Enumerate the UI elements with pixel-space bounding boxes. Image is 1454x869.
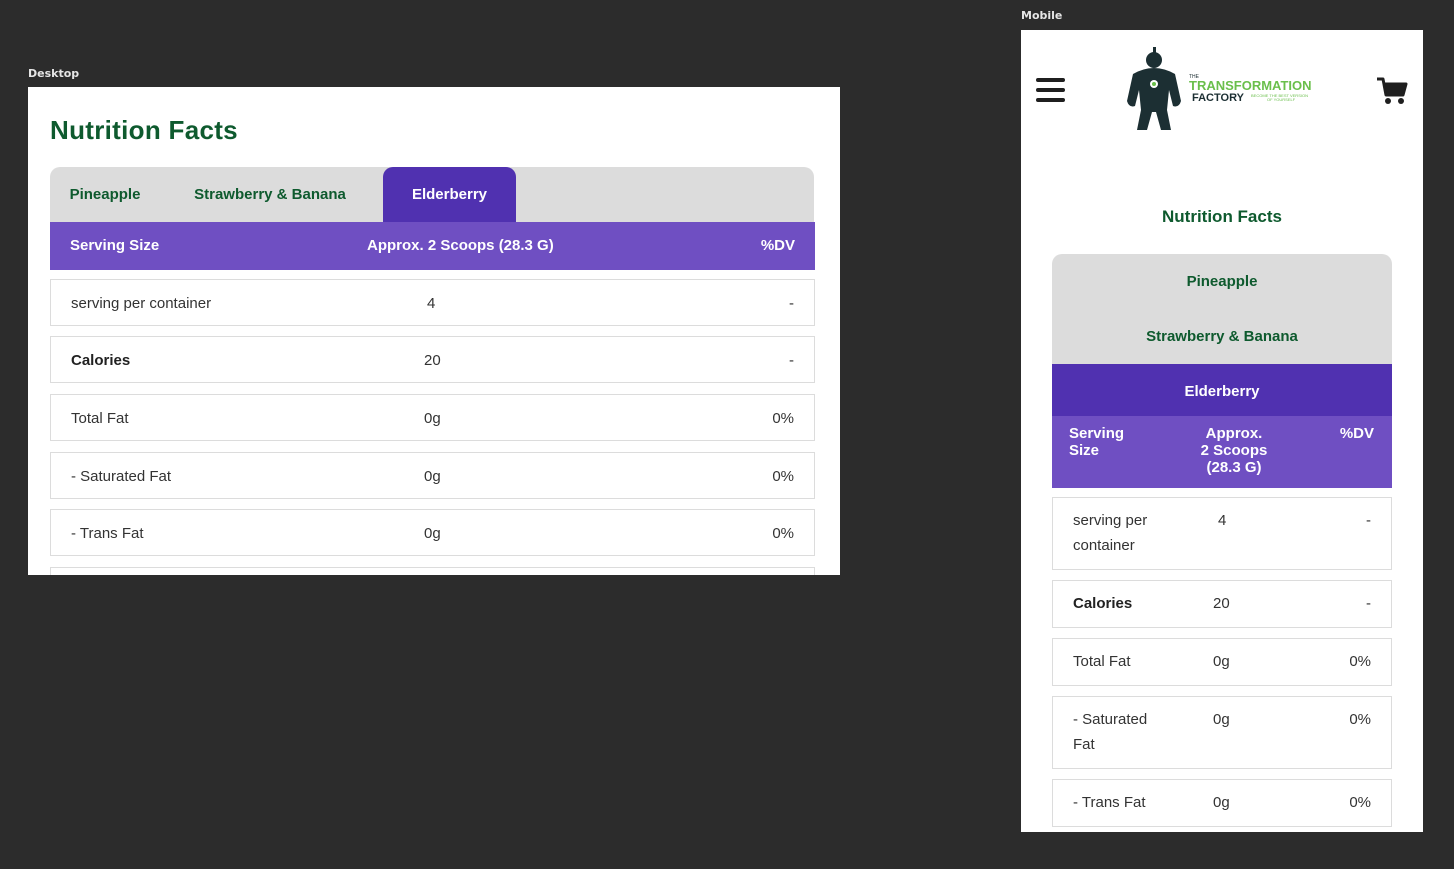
row-name: Calories	[1073, 595, 1133, 612]
tab-elderberry[interactable]: Elderberry	[383, 167, 516, 222]
table-row: Calories 20 -	[50, 336, 815, 383]
table-row: - Saturated Fat 0g 0%	[1052, 696, 1392, 769]
table-row: - Saturated Fat 0g 0%	[50, 452, 815, 499]
table-row: serving per container 4 -	[50, 279, 815, 326]
row-dv: 0%	[772, 410, 794, 427]
robot-mascot-logo[interactable]: THE TRANSFORMATION FACTORY BECOME THE BE…	[1121, 46, 1331, 132]
amount-header-line2: 2 Scoops	[1200, 442, 1268, 459]
dv-header: %DV	[760, 237, 795, 254]
tab-strawberry-banana[interactable]: Strawberry & Banana	[180, 167, 360, 222]
row-amount: 20	[424, 352, 441, 369]
hamburger-menu-icon[interactable]	[1036, 78, 1065, 103]
shopping-cart-icon[interactable]	[1376, 76, 1408, 106]
row-amount: 4	[427, 295, 436, 312]
serving-size-header: Serving Size	[70, 237, 160, 254]
row-amount: 0g	[424, 468, 441, 485]
row-name-line2: container	[1073, 537, 1135, 554]
table-row: - Trans Fat 0g 0%	[50, 509, 815, 556]
dv-header: %DV	[1339, 425, 1374, 442]
amount-header: Approx. 2 Scoops (28.3 G)	[1192, 425, 1276, 476]
mobile-tab-pineapple[interactable]: Pineapple	[1052, 254, 1392, 309]
table-row	[50, 567, 815, 575]
table-header: Serving Size Approx. 2 Scoops (28.3 G) %…	[50, 222, 815, 270]
row-dv: 0%	[772, 525, 794, 542]
row-amount: 0g	[424, 525, 441, 542]
row-amount: 4	[1218, 512, 1227, 529]
table-row: serving per container 4 -	[1052, 497, 1392, 570]
row-name: serving per container	[1073, 508, 1147, 558]
flavor-tabs: Pineapple Strawberry & Banana Elderberry	[50, 167, 814, 222]
mobile-tab-strawberry-banana[interactable]: Strawberry & Banana	[1052, 309, 1392, 364]
mobile-frame: THE TRANSFORMATION FACTORY BECOME THE BE…	[1021, 30, 1423, 832]
row-dv: -	[1366, 512, 1371, 529]
row-dv: -	[789, 295, 794, 312]
serving-size-header: Serving Size	[1069, 425, 1124, 459]
mobile-flavor-tabs: Pineapple Strawberry & Banana Elderberry	[1052, 254, 1392, 419]
table-row: Total Fat 0g 0%	[50, 394, 815, 441]
logo-brand-line1: TRANSFORMATION	[1189, 78, 1312, 93]
row-name: - Saturated Fat	[71, 468, 172, 485]
amount-header-line1: Approx.	[1205, 425, 1263, 442]
desktop-frame-label: Desktop	[28, 67, 80, 80]
row-dv: -	[789, 352, 794, 369]
serving-size-header-line1: Serving	[1069, 425, 1125, 442]
row-dv: -	[1366, 595, 1371, 612]
row-amount: 0g	[424, 410, 441, 427]
row-amount: 20	[1213, 595, 1230, 612]
row-dv: 0%	[772, 468, 794, 485]
serving-size-header-line2: Size	[1069, 442, 1100, 459]
mobile-tab-elderberry[interactable]: Elderberry	[1052, 364, 1392, 419]
row-dv: 0%	[1349, 794, 1371, 811]
row-name-line1: - Saturated	[1073, 711, 1148, 728]
mobile-table-header: Serving Size Approx. 2 Scoops (28.3 G) %…	[1052, 416, 1392, 488]
mobile-page-title: Nutrition Facts	[1162, 207, 1282, 226]
row-amount: 0g	[1213, 794, 1230, 811]
row-name: Total Fat	[1073, 653, 1131, 670]
amount-header-line3: (28.3 G)	[1206, 459, 1262, 476]
row-name: serving per container	[71, 295, 212, 312]
row-name: - Saturated Fat	[1073, 707, 1147, 757]
row-name-line1: serving per	[1073, 512, 1148, 529]
row-name: - Trans Fat	[1073, 794, 1146, 811]
row-name: - Trans Fat	[71, 525, 144, 542]
tab-pineapple[interactable]: Pineapple	[50, 167, 160, 222]
row-amount: 0g	[1213, 653, 1230, 670]
desktop-frame: Nutrition Facts Pineapple Strawberry & B…	[28, 87, 840, 575]
page-title: Nutrition Facts	[50, 115, 238, 145]
row-dv: 0%	[1349, 711, 1371, 728]
amount-header: Approx. 2 Scoops (28.3 G)	[367, 237, 554, 254]
row-name: Total Fat	[71, 410, 129, 427]
logo-tagline-line2: OF YOURSELF	[1267, 97, 1296, 102]
mobile-frame-label: Mobile	[1021, 9, 1063, 22]
table-row: - Trans Fat 0g 0%	[1052, 779, 1392, 827]
table-row: Total Fat 0g 0%	[1052, 638, 1392, 686]
row-dv: 0%	[1349, 653, 1371, 670]
logo-brand-line2: FACTORY	[1192, 92, 1245, 104]
table-row: Calories 20 -	[1052, 580, 1392, 628]
row-name: Calories	[71, 352, 131, 369]
row-name-line2: Fat	[1073, 736, 1095, 753]
row-amount: 0g	[1213, 711, 1230, 728]
